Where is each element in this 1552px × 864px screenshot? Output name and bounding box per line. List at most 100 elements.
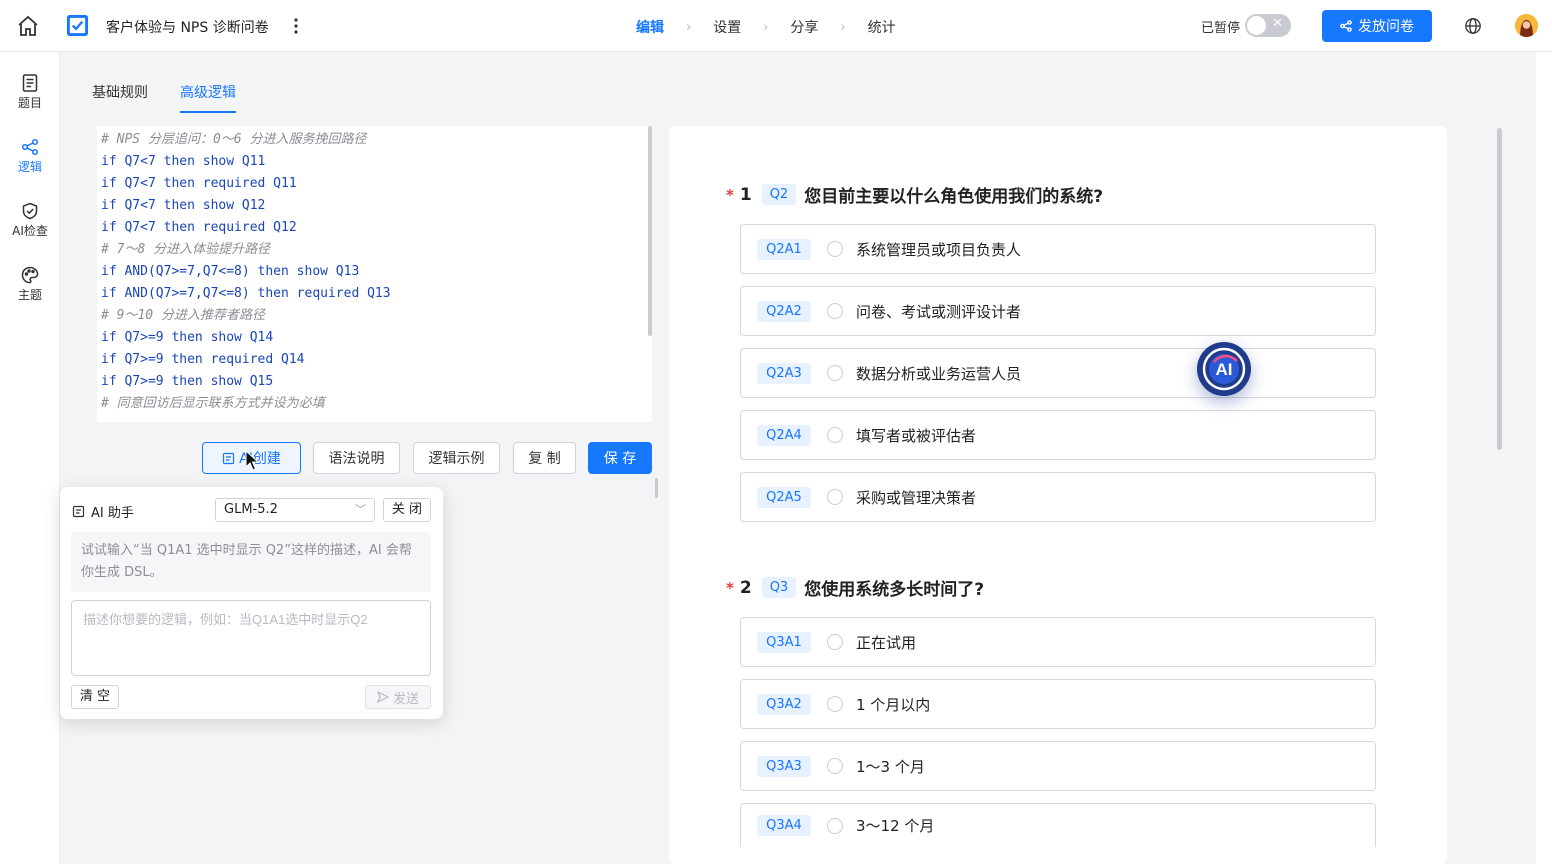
option-id-badge: Q3A1 <box>757 631 811 653</box>
rail-item-theme[interactable]: 主题 <box>0 266 60 303</box>
toggle-knob <box>1247 16 1266 35</box>
option-id-badge: Q2A2 <box>757 300 811 322</box>
radio-button[interactable] <box>827 365 843 381</box>
option-row[interactable]: Q2A3 数据分析或业务运营人员 <box>740 348 1376 398</box>
chevron-down-icon: ﹀ <box>355 503 366 516</box>
ai-assistant-panel: AI 助手 GLM-5.2 ﹀ 关 闭 试试输入“当 Q1A1 选中时显示 Q2… <box>60 487 443 719</box>
option-text: 填写者或被评估者 <box>856 426 977 445</box>
save-button[interactable]: 保 存 <box>588 442 652 474</box>
rail-item-logic[interactable]: 逻辑 <box>0 138 60 175</box>
globe-icon[interactable] <box>1464 17 1482 35</box>
radio-button[interactable] <box>827 489 843 505</box>
close-button[interactable]: 关 闭 <box>383 498 431 522</box>
option-id-badge: Q3A4 <box>757 815 811 836</box>
editor-scrollbar[interactable] <box>648 126 652 336</box>
robot-icon <box>72 505 85 518</box>
avatar-image <box>1515 14 1538 37</box>
more-vertical-icon[interactable] <box>290 14 302 38</box>
publish-button[interactable]: 发放问卷 <box>1322 10 1432 42</box>
option-id-badge: Q2A4 <box>757 424 811 446</box>
chevron-right-icon: › <box>686 19 692 35</box>
model-select[interactable]: GLM-5.2 ﹀ <box>215 498 375 522</box>
panel-resize-handle[interactable] <box>655 478 658 498</box>
ai-panel-title: AI 助手 <box>72 502 134 521</box>
option-row[interactable]: Q3A3 1～3 个月 <box>740 741 1376 791</box>
code-line: if AND(Q7>=7,Q7<=8) then show Q13 <box>101 264 360 279</box>
question-title: * 1 Q2 您目前主要以什么角色使用我们的系统? <box>726 182 1103 207</box>
question-id-badge: Q2 <box>761 184 797 205</box>
send-label: 发送 <box>392 691 419 707</box>
mouse-cursor-icon <box>245 450 260 471</box>
code-line: # 7～8 分进入体验提升路径 <box>101 242 271 257</box>
app-logo-icon <box>66 14 89 37</box>
rail-item-label: 题目 <box>17 96 42 110</box>
radio-button[interactable] <box>827 303 843 319</box>
question-text: 您使用系统多长时间了? <box>804 580 985 600</box>
question-text: 您目前主要以什么角色使用我们的系统? <box>804 187 1104 207</box>
radio-button[interactable] <box>827 427 843 443</box>
publish-toggle[interactable]: ✕ <box>1245 14 1291 37</box>
rail-item-label: 逻辑 <box>17 160 42 174</box>
option-row[interactable]: Q2A1 系统管理员或项目负责人 <box>740 224 1376 274</box>
page-scrollbar-track[interactable] <box>1536 52 1552 864</box>
left-rail: 题目 逻辑 AI检查 主题 <box>0 52 60 864</box>
ai-prompt-input[interactable] <box>71 600 431 676</box>
logic-examples-button[interactable]: 逻辑示例 <box>413 442 500 474</box>
option-text: 正在试用 <box>856 633 917 652</box>
option-id-badge: Q2A1 <box>757 238 811 260</box>
syntax-help-button[interactable]: 语法说明 <box>313 442 400 474</box>
option-text: 3～12 个月 <box>856 817 935 835</box>
code-line: if Q7<7 then required Q11 <box>101 176 297 191</box>
tab-advanced-logic[interactable]: 高级逻辑 <box>180 82 236 113</box>
model-select-value: GLM-5.2 <box>224 502 278 517</box>
rail-item-ai-check[interactable]: AI检查 <box>0 202 60 239</box>
option-row[interactable]: Q2A2 问卷、考试或测评设计者 <box>740 286 1376 336</box>
send-icon <box>376 691 389 703</box>
share-icon <box>1340 20 1352 32</box>
radio-button[interactable] <box>827 696 843 712</box>
avatar[interactable] <box>1515 14 1538 37</box>
publish-label: 发放问卷 <box>1358 19 1414 35</box>
option-text: 系统管理员或项目负责人 <box>856 240 1022 259</box>
option-row[interactable]: Q3A2 1 个月以内 <box>740 679 1376 729</box>
required-marker: * <box>726 578 734 597</box>
option-id-badge: Q2A5 <box>757 486 811 508</box>
rail-item-questions[interactable]: 题目 <box>0 74 60 111</box>
copy-button[interactable]: 复 制 <box>513 442 576 474</box>
step-nav: 编辑 › 设置 › 分享 › 统计 <box>636 17 896 37</box>
dsl-code-editor[interactable]: # NPS 分层追问：0～6 分进入服务挽回路径 if Q7<7 then sh… <box>97 126 652 422</box>
logic-tabs: 基础规则 高级逻辑 <box>92 82 236 113</box>
rail-item-label: AI检查 <box>12 224 48 238</box>
tab-basic-rules[interactable]: 基础规则 <box>92 82 148 113</box>
radio-button[interactable] <box>827 758 843 774</box>
required-marker: * <box>726 185 734 204</box>
preview-scrollbar[interactable] <box>1497 128 1502 450</box>
share-nodes-icon <box>21 138 39 156</box>
document-icon <box>22 74 38 92</box>
home-icon[interactable] <box>16 14 40 38</box>
option-text: 问卷、考试或测评设计者 <box>856 302 1022 321</box>
radio-button[interactable] <box>827 634 843 650</box>
chevron-right-icon: › <box>763 19 769 35</box>
option-row[interactable]: Q3A4 3～12 个月 <box>740 803 1376 847</box>
code-line: if Q7>=9 then show Q14 <box>101 330 274 345</box>
radio-button[interactable] <box>827 241 843 257</box>
radio-button[interactable] <box>827 817 843 834</box>
send-button[interactable]: 发送 <box>365 685 431 709</box>
ai-assistant-float-button[interactable]: AI <box>1197 342 1251 396</box>
option-row[interactable]: Q3A1 正在试用 <box>740 617 1376 667</box>
step-settings[interactable]: 设置 <box>713 17 741 37</box>
option-id-badge: Q3A2 <box>757 693 811 715</box>
code-line: if Q7<7 then required Q12 <box>101 220 297 235</box>
step-edit[interactable]: 编辑 <box>636 17 664 37</box>
option-row[interactable]: Q2A5 采购或管理决策者 <box>740 472 1376 522</box>
option-row[interactable]: Q2A4 填写者或被评估者 <box>740 410 1376 460</box>
option-text: 1 个月以内 <box>856 695 931 714</box>
code-line: if AND(Q7>=7,Q7<=8) then required Q13 <box>101 286 391 301</box>
clear-button[interactable]: 清 空 <box>71 685 119 709</box>
step-share[interactable]: 分享 <box>790 17 818 37</box>
ai-hint-text: 试试输入“当 Q1A1 选中时显示 Q2”这样的描述，AI 会帮你生成 DSL。 <box>71 532 431 592</box>
code-line: if Q7>=9 then required Q14 <box>101 352 305 367</box>
rail-item-label: 主题 <box>17 288 42 302</box>
step-stats[interactable]: 统计 <box>868 17 896 37</box>
